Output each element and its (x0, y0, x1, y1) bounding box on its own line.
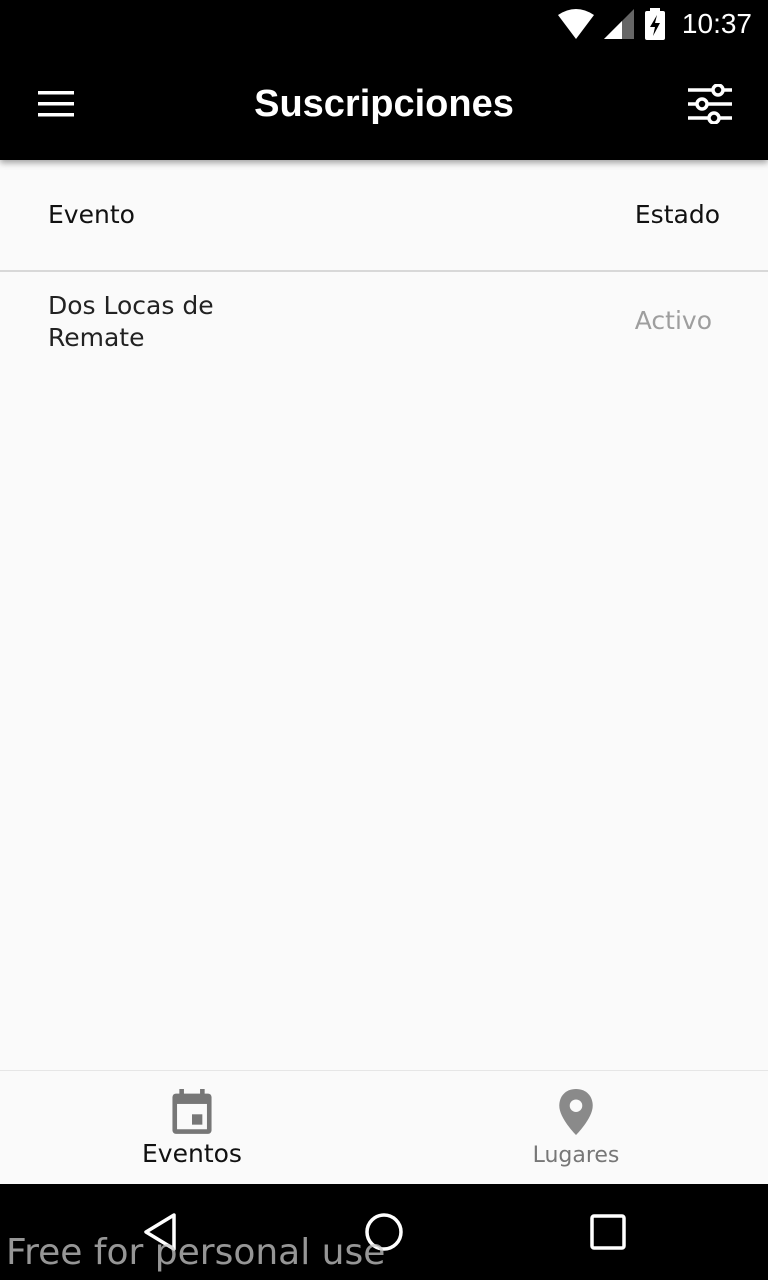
calendar-icon (172, 1089, 212, 1134)
menu-icon (38, 91, 74, 117)
signal-icon (603, 9, 634, 39)
column-header-event: Evento (48, 200, 135, 229)
nav-item-eventos[interactable]: Eventos (0, 1071, 384, 1185)
bottom-navigation: Eventos Lugares (0, 1070, 768, 1184)
recents-button[interactable] (578, 1208, 638, 1256)
row-event-name: Dos Locas de Remate (48, 291, 214, 352)
watermark-text: Free for personal use (6, 1232, 386, 1273)
table-header: Evento Estado (0, 160, 768, 272)
menu-button[interactable] (24, 72, 88, 136)
status-icons: 10:37 (557, 0, 752, 48)
row-status: Activo (634, 306, 712, 335)
column-header-status: Estado (634, 200, 720, 229)
app-bar: Suscripciones (0, 48, 768, 160)
table-row[interactable]: Dos Locas de Remate Activo (0, 274, 768, 374)
filter-button[interactable] (676, 72, 744, 136)
battery-charging-icon (644, 8, 665, 40)
status-bar: 10:37 (0, 0, 768, 48)
sliders-icon (688, 84, 732, 124)
status-time: 10:37 (681, 8, 752, 39)
recents-icon (590, 1214, 626, 1250)
nav-label-lugares: Lugares (532, 1143, 620, 1168)
nav-label-eventos: Eventos (142, 1139, 242, 1168)
page-title: Suscripciones (254, 82, 514, 125)
nav-item-lugares[interactable]: Lugares (384, 1071, 768, 1185)
location-pin-icon (559, 1089, 593, 1135)
wifi-icon (557, 9, 594, 39)
